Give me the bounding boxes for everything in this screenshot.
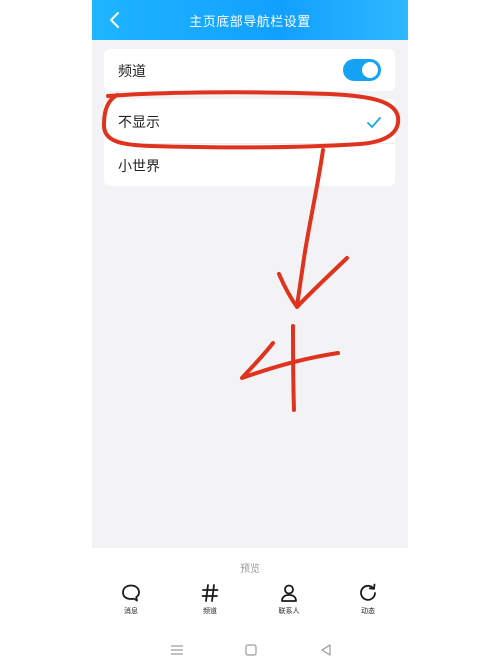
nav-label: 频道 (203, 607, 217, 615)
channel-setting-card: 频道 (104, 49, 395, 91)
nav-item-feed[interactable]: 动态 (338, 583, 398, 616)
checkmark-icon (367, 114, 381, 128)
option-small-world[interactable]: 小世界 (104, 144, 395, 186)
option-hide[interactable]: 不显示 (104, 99, 395, 143)
menu-icon[interactable] (170, 642, 184, 661)
preview-label: 预览 (240, 564, 260, 575)
preview-area: 预览 消息 频道 联系人 动态 (92, 548, 408, 666)
nav-label: 消息 (124, 607, 138, 615)
channel-toggle[interactable] (343, 59, 381, 81)
hash-icon (180, 583, 240, 603)
home-square-icon[interactable] (244, 642, 258, 661)
nav-item-contacts[interactable]: 联系人 (259, 583, 319, 616)
system-navigation-bar (92, 638, 408, 666)
phone-screen: 主页底部导航栏设置 频道 不显示 小世界 预览 消息 频道 联系人 动态 (92, 0, 408, 666)
title-bar: 主页底部导航栏设置 (92, 0, 408, 40)
nav-item-messages[interactable]: 消息 (101, 583, 161, 616)
refresh-icon (338, 583, 398, 603)
option-label: 不显示 (118, 115, 160, 131)
nav-label: 动态 (361, 607, 375, 615)
display-options-card: 不显示 小世界 (104, 99, 395, 186)
channel-label: 频道 (118, 64, 146, 80)
option-label: 小世界 (118, 159, 160, 175)
preview-navbar: 消息 频道 联系人 动态 (92, 583, 408, 623)
nav-item-channel[interactable]: 频道 (180, 583, 240, 616)
page-title: 主页底部导航栏设置 (189, 15, 311, 30)
toggle-knob (362, 62, 378, 78)
nav-label: 联系人 (278, 607, 300, 615)
message-bubble-icon (101, 583, 161, 603)
back-triangle-icon[interactable] (319, 642, 333, 661)
contact-person-icon (259, 583, 319, 603)
